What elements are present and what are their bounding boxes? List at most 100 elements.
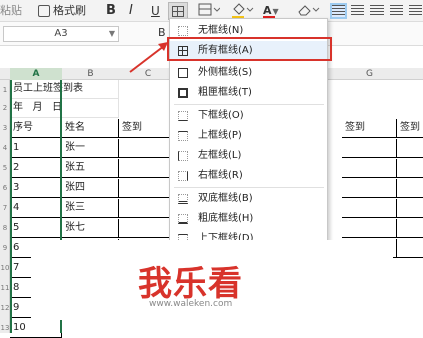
header-sign-cell[interactable]: 签到 [397, 119, 423, 138]
all-borders-icon [178, 46, 188, 56]
watermark-banner: 我乐看 www.waleken.com [31, 240, 393, 320]
distributed-icon[interactable] [408, 5, 423, 17]
row-number[interactable]: 7 [0, 204, 10, 212]
menu-item-thick-box-border[interactable]: 粗匣框线(T) [170, 83, 327, 103]
menu-item-left-border[interactable]: 左框线(L) [170, 146, 327, 166]
thick-box-border-icon [178, 88, 188, 98]
format-painter-icon [38, 5, 50, 17]
row-number[interactable]: 10 [0, 264, 10, 272]
row-number[interactable]: 1 [0, 86, 10, 94]
table-cell[interactable] [397, 219, 423, 238]
name-box[interactable]: A3 ▼ [3, 26, 119, 42]
paste-button[interactable]: 粘贴 [0, 3, 22, 19]
header-name-cell[interactable]: 姓名 [62, 119, 119, 138]
table-cell-seq[interactable]: 1 [10, 139, 62, 158]
menu-item-right-border[interactable]: 右框线(R) [170, 166, 327, 186]
sheet-title-cell[interactable]: 员工上班签到表 [10, 80, 119, 99]
align-right-icon[interactable] [370, 5, 384, 17]
menu-item-double-bottom-border[interactable]: 双底框线(B) [170, 189, 327, 209]
row-number[interactable]: 11 [0, 284, 10, 292]
table-cell-name[interactable]: 张四 [62, 179, 119, 198]
table-cell-seq[interactable]: 2 [10, 159, 62, 178]
menu-item-no-border[interactable]: 无框线(N) [170, 21, 327, 41]
table-cell[interactable] [342, 199, 397, 218]
fill-color-button[interactable] [232, 3, 254, 19]
merge-cells-icon [198, 3, 221, 16]
justify-icon[interactable] [389, 5, 403, 17]
table-cell-seq[interactable]: 5 [10, 219, 62, 238]
row-number[interactable]: 6 [0, 184, 10, 192]
menu-item-label: 粗匣框线(T) [198, 87, 252, 98]
outside-borders-icon [178, 68, 188, 78]
table-cell[interactable] [397, 179, 423, 198]
align-left-icon[interactable] [329, 3, 348, 19]
row-number[interactable]: 5 [0, 164, 10, 172]
menu-divider [174, 187, 324, 188]
formula-label: B [158, 26, 166, 39]
bold-button[interactable]: B [106, 3, 116, 19]
table-cell-seq[interactable]: 10 [10, 319, 62, 338]
header-sign-cell[interactable]: 签到 [342, 119, 397, 138]
menu-item-bottom-border[interactable]: 下框线(O) [170, 106, 327, 126]
paint-bucket-icon [233, 3, 254, 15]
table-cell[interactable] [342, 159, 397, 178]
table-cell[interactable] [397, 159, 423, 178]
table-cell[interactable] [397, 239, 423, 258]
table-cell-name[interactable]: 张五 [62, 159, 119, 178]
table-cell-seq[interactable]: 3 [10, 179, 62, 198]
underline-button[interactable]: U [151, 3, 160, 19]
row-number[interactable]: 2 [0, 104, 10, 112]
chevron-down-icon[interactable]: ▼ [109, 27, 115, 41]
column-header-b[interactable]: B [62, 68, 119, 80]
menu-item-label: 所有框线(A) [198, 45, 253, 56]
format-painter-label: 格式刷 [53, 4, 86, 17]
table-cell[interactable] [342, 139, 397, 158]
right-border-icon [178, 171, 188, 181]
header-seq-cell[interactable]: 序号 [10, 119, 62, 138]
table-cell[interactable] [397, 199, 423, 218]
watermark-logo: 我乐看 [138, 264, 243, 304]
table-cell-seq[interactable]: 4 [10, 199, 62, 218]
format-painter-button[interactable]: 格式刷 [38, 3, 86, 19]
menu-item-label: 上框线(P) [198, 130, 242, 141]
menu-item-top-border[interactable]: 上框线(P) [170, 126, 327, 146]
thick-bottom-border-icon [178, 214, 188, 224]
row-number[interactable]: 3 [0, 124, 10, 132]
row-number[interactable]: 13 [0, 324, 10, 332]
name-box-value: A3 [54, 28, 68, 39]
watermark-url: www.waleken.com [149, 299, 233, 309]
merge-cells-button[interactable] [198, 3, 221, 19]
align-center-icon[interactable] [351, 5, 365, 17]
no-border-icon [178, 26, 188, 36]
menu-item-label: 粗底框线(H) [198, 213, 254, 224]
clear-format-button[interactable] [296, 3, 320, 19]
table-cell-name[interactable]: 张七 [62, 219, 119, 238]
row-number[interactable]: 9 [0, 244, 10, 252]
eraser-icon [298, 5, 320, 16]
column-header-g[interactable]: G [342, 68, 397, 80]
row-number[interactable]: 4 [0, 144, 10, 152]
table-cell[interactable] [397, 139, 423, 158]
menu-item-label: 下框线(O) [198, 110, 244, 121]
day-label: 日 [52, 102, 63, 113]
row-number[interactable]: 12 [0, 304, 10, 312]
menu-item-label: 无框线(N) [198, 25, 244, 36]
row-number[interactable]: 8 [0, 224, 10, 232]
menu-item-label: 外侧框线(S) [198, 67, 253, 78]
column-header-a[interactable]: A [10, 68, 62, 80]
menu-item-thick-bottom-border[interactable]: 粗底框线(H) [170, 209, 327, 229]
chevron-down-icon: ▼ [272, 7, 279, 16]
italic-button[interactable]: I [129, 3, 133, 19]
font-color-button[interactable]: A▼ [263, 3, 279, 19]
table-cell[interactable] [342, 219, 397, 238]
menu-item-label: 左框线(L) [198, 150, 242, 161]
date-cell[interactable]: 年 月 日 [10, 99, 119, 118]
row-header: 1 2 3 4 5 6 7 8 9 10 11 12 13 [0, 80, 10, 333]
table-cell-name[interactable]: 张三 [62, 199, 119, 218]
table-cell[interactable] [342, 179, 397, 198]
table-cell-name[interactable]: 张一 [62, 139, 119, 158]
left-border-icon [178, 151, 188, 161]
menu-item-outside-borders[interactable]: 外侧框线(S) [170, 63, 327, 83]
menu-divider [174, 104, 324, 105]
menu-item-all-borders[interactable]: 所有框线(A) [170, 41, 327, 61]
